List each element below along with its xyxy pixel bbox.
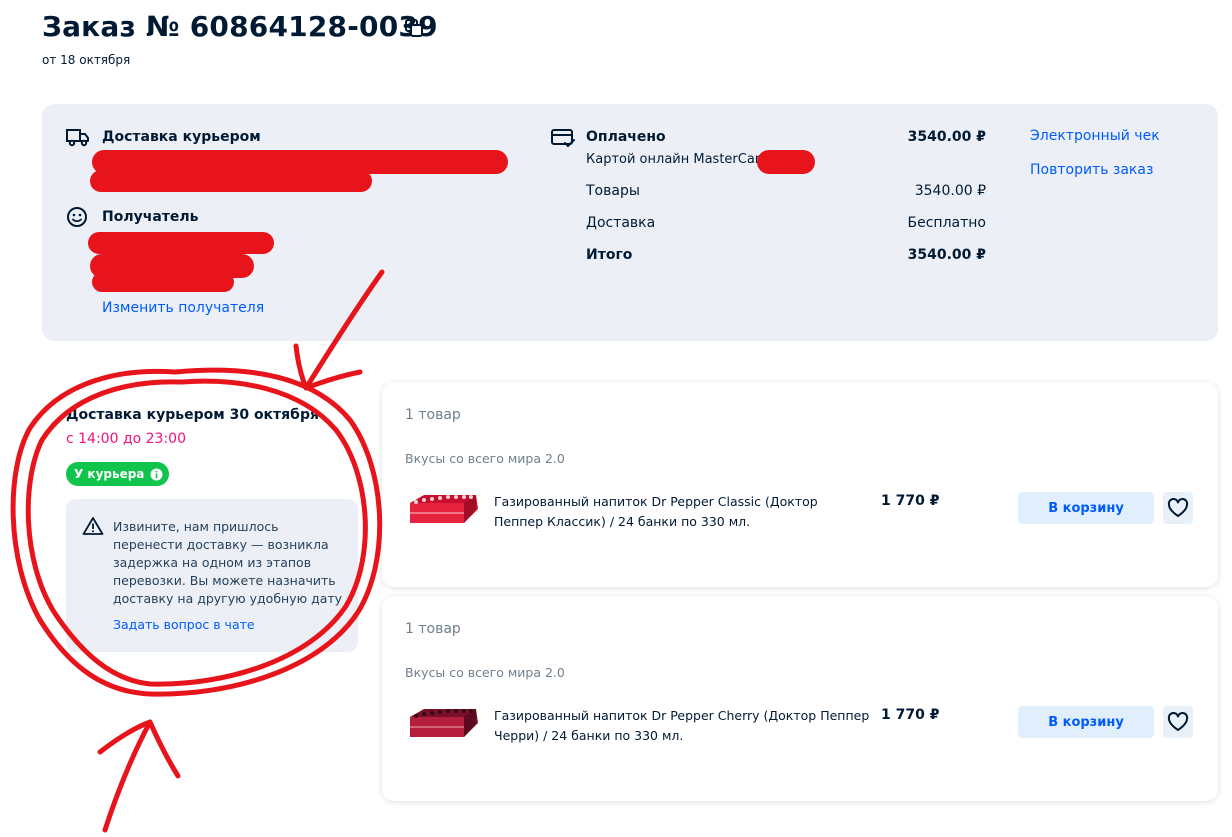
shipping-label: Доставка — [586, 215, 656, 231]
product-price: 1 770 ₽ — [881, 493, 940, 509]
truck-icon — [66, 127, 90, 147]
product-image[interactable] — [406, 707, 480, 741]
warning-icon — [82, 516, 104, 536]
annotation-arrow-bottom — [97, 719, 181, 779]
add-to-cart-button[interactable]: В корзину — [1018, 492, 1154, 524]
favorite-button[interactable] — [1163, 492, 1193, 524]
order-date: от 18 октября — [42, 53, 131, 67]
product-count: 1 товар — [405, 621, 461, 637]
annotation-arrow-bottom — [102, 719, 153, 833]
redacted-address — [90, 170, 372, 192]
status-badge-label: У курьера — [74, 467, 145, 481]
product-card — [382, 596, 1218, 801]
shipment-title: Доставка курьером 30 октября — [66, 407, 319, 423]
favorite-button[interactable] — [1163, 706, 1193, 738]
items-value: 3540.00 ₽ — [914, 183, 986, 199]
shipment-time: с 14:00 до 23:00 — [66, 431, 186, 447]
payment-method: Картой онлайн MasterCard — [586, 152, 769, 167]
seller-name: Вкусы со всего мира 2.0 — [405, 665, 565, 680]
chat-link[interactable]: Задать вопрос в чате — [113, 617, 255, 632]
product-name[interactable]: Газированный напиток Dr Pepper Classic (… — [494, 492, 870, 532]
payment-amount: 3540.00 ₽ — [907, 129, 986, 145]
redacted-recipient — [92, 272, 234, 292]
total-value: 3540.00 ₽ — [907, 247, 986, 263]
shipping-value: Бесплатно — [907, 215, 986, 231]
product-card — [382, 382, 1218, 587]
heart-icon — [1167, 712, 1189, 731]
add-to-cart-button[interactable]: В корзину — [1018, 706, 1154, 738]
page-title: Заказ № 60864128-0039 — [42, 10, 438, 43]
info-icon[interactable] — [150, 468, 163, 481]
delivery-method: Доставка курьером — [102, 129, 261, 145]
recipient-label: Получатель — [102, 209, 199, 225]
status-badge: У курьера — [66, 462, 170, 486]
redacted-card — [757, 150, 815, 174]
product-image[interactable] — [406, 493, 480, 527]
product-count: 1 товар — [405, 407, 461, 423]
payment-status: Оплачено — [586, 129, 666, 145]
items-label: Товары — [586, 183, 640, 199]
annotation-arrow-top — [293, 343, 363, 391]
smile-icon — [66, 206, 88, 228]
product-name[interactable]: Газированный напиток Dr Pepper Cherry (Д… — [494, 706, 870, 746]
delay-notice-text: Извините, нам пришлось перенести доставк… — [113, 519, 343, 606]
change-recipient-link[interactable]: Изменить получателя — [102, 300, 264, 316]
receipt-link[interactable]: Электронный чек — [1030, 128, 1160, 144]
seller-name: Вкусы со всего мира 2.0 — [405, 451, 565, 466]
card-paid-icon — [551, 128, 575, 148]
redacted-recipient — [88, 232, 274, 254]
heart-icon — [1167, 498, 1189, 517]
copy-icon[interactable] — [404, 18, 424, 38]
total-label: Итого — [586, 247, 633, 263]
repeat-order-link[interactable]: Повторить заказ — [1030, 162, 1153, 178]
product-price: 1 770 ₽ — [881, 707, 940, 723]
